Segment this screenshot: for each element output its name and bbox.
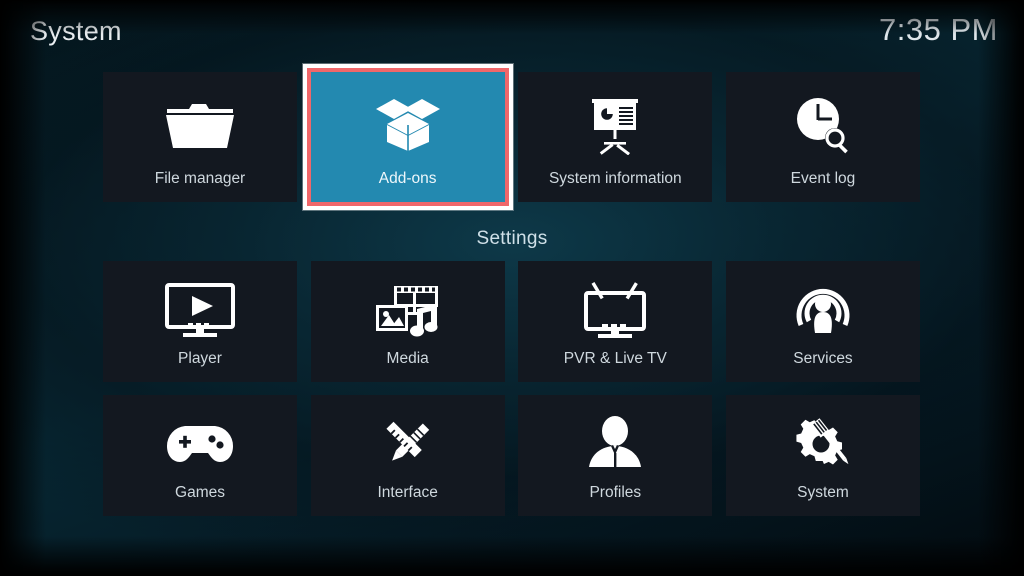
tile-interface[interactable]: Interface [310, 395, 505, 516]
settings-row-1: Player Media PVR & Live TV Services [103, 261, 920, 382]
tile-event-log[interactable]: Event log [725, 72, 920, 202]
tile-label: Profiles [589, 484, 642, 501]
monitor-play-icon [163, 281, 237, 339]
top-menu-row: File manager Add-ons System information … [103, 68, 920, 206]
settings-row-2: Games Interface Profiles System [103, 395, 920, 516]
tile-label: System [797, 484, 849, 501]
clock: 7:35 PM [879, 12, 998, 47]
tile-file-manager[interactable]: File manager [103, 72, 297, 202]
tile-label: Player [178, 350, 222, 367]
settings-section-label: Settings [476, 228, 548, 249]
tile-games[interactable]: Games [103, 395, 297, 516]
tile-system-information[interactable]: System information [518, 72, 713, 202]
tile-system[interactable]: System [725, 395, 920, 516]
tile-label: Add-ons [378, 170, 437, 187]
tile-label: Services [793, 350, 853, 367]
tile-add-ons[interactable]: Add-ons [306, 68, 509, 206]
gears-screwdriver-icon [790, 415, 856, 473]
tile-services[interactable]: Services [725, 261, 920, 382]
tile-player[interactable]: Player [103, 261, 297, 382]
folder-icon [164, 96, 236, 154]
film-photo-music-icon [372, 281, 444, 339]
tile-media[interactable]: Media [310, 261, 505, 382]
header-bar: System 7:35 PM [0, 0, 1024, 62]
presentation-chart-icon [582, 96, 648, 155]
tile-label: PVR & Live TV [563, 350, 667, 367]
tile-label: Event log [790, 170, 856, 187]
tile-profiles[interactable]: Profiles [518, 395, 713, 516]
gamepad-icon [163, 415, 237, 473]
open-box-icon [372, 96, 444, 154]
clock-search-icon [790, 96, 856, 154]
tile-label: Games [175, 484, 225, 501]
tile-label: File manager [154, 170, 246, 187]
tile-label: Interface [377, 484, 438, 501]
podcast-broadcast-icon [791, 281, 855, 339]
tile-pvr-live-tv[interactable]: PVR & Live TV [518, 261, 713, 382]
tile-label: Media [386, 350, 429, 367]
pencil-ruler-icon [375, 415, 441, 473]
page-title: System [30, 16, 122, 46]
kodi-system-screen: System 7:35 PM File manager Add-ons Syst… [0, 0, 1024, 576]
tv-antenna-icon [578, 281, 652, 339]
tile-label: System information [548, 170, 682, 187]
person-silhouette-icon [584, 415, 646, 473]
